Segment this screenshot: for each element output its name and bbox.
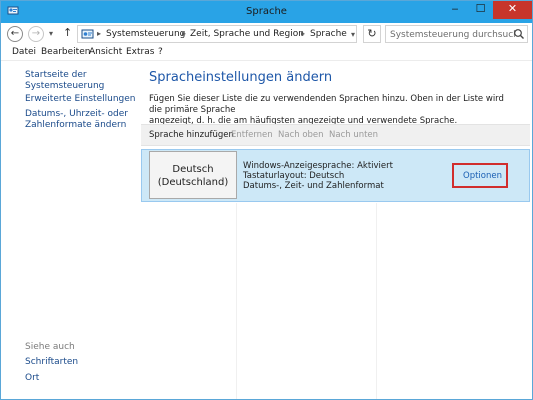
breadcrumb-separator[interactable]: ▸ [182,29,186,38]
close-button[interactable]: ✕ [493,1,532,19]
address-field[interactable]: ▸ Systemsteuerung ▸ Zeit, Sprache und Re… [77,25,357,43]
maximize-button[interactable]: ☐ [468,1,493,19]
language-row-deutsch[interactable]: Deutsch (Deutschland) Windows-Anzeigespr… [141,149,530,202]
language-details: Windows-Anzeigesprache: Aktiviert Tastat… [243,161,393,191]
menu-help[interactable]: ? [158,47,163,57]
up-button[interactable]: ↑ [63,26,72,39]
display-language-status: Windows-Anzeigesprache: Aktiviert [243,161,393,171]
address-dropdown[interactable]: ▾ [351,30,355,39]
page-title: Spracheinstellungen ändern [149,70,333,85]
breadcrumb-zeit-sprache-region[interactable]: Zeit, Sprache und Region [190,29,304,39]
move-up-button[interactable]: Nach oben [278,130,324,140]
sidebar-link-date-format-cont[interactable]: Zahlenformate ändern [25,120,126,131]
move-down-button[interactable]: Nach unten [329,130,378,140]
add-language-button[interactable]: Sprache hinzufügen [149,130,234,140]
language-list-empty-area [141,203,530,399]
language-name: Deutsch [172,164,214,175]
search-icon[interactable] [513,28,525,40]
remove-button[interactable]: Entfernen [231,130,273,140]
refresh-button[interactable]: ↻ [363,25,381,43]
sidebar: Startseite der Systemsteuerung Erweitert… [1,62,141,399]
description-line: Fügen Sie dieser Liste die zu verwendend… [149,94,504,115]
keyboard-layout: Tastaturlayout: Deutsch [243,171,345,181]
breadcrumb-separator[interactable]: ▸ [97,29,101,38]
sidebar-link-date-format[interactable]: Datums-, Uhrzeit- oder [25,109,128,120]
menu-datei[interactable]: Datei [12,47,36,57]
date-time-format: Datums-, Zeit- und Zahlenformat [243,181,384,191]
title-bar: Sprache ‒ ☐ ✕ [1,1,532,23]
description: Fügen Sie dieser Liste die zu verwendend… [149,94,519,127]
control-panel-icon [81,29,94,39]
menu-bar: Datei Bearbeiten Ansicht Extras ? [1,45,532,61]
breadcrumb-separator[interactable]: ▸ [301,29,305,38]
see-also-label: Siehe auch [25,342,75,352]
sidebar-link-advanced-settings[interactable]: Erweiterte Einstellungen [25,94,136,105]
recent-locations-dropdown[interactable]: ▾ [49,29,53,38]
forward-button[interactable]: → [28,26,44,42]
back-button[interactable]: ← [7,26,23,42]
language-tile[interactable]: Deutsch (Deutschland) [149,151,237,199]
language-region: (Deutschland) [157,177,229,188]
language-toolbar: Sprache hinzufügen Entfernen Nach oben N… [141,124,530,146]
grid-divider [236,203,237,399]
breadcrumb-systemsteuerung[interactable]: Systemsteuerung [106,29,185,39]
menu-ansicht[interactable]: Ansicht [89,47,122,57]
search-input[interactable] [390,28,515,41]
options-link[interactable]: Optionen [463,171,502,181]
minimize-button[interactable]: ‒ [442,1,468,19]
sidebar-link-fonts[interactable]: Schriftarten [25,357,78,368]
language-window: Sprache ‒ ☐ ✕ ← → ▾ ↑ ▸ Systemsteuerung … [0,0,533,400]
main-content: Spracheinstellungen ändern Fügen Sie die… [141,62,532,399]
menu-bearbeiten[interactable]: Bearbeiten [41,47,90,57]
breadcrumb-sprache[interactable]: Sprache [310,29,347,39]
sidebar-link-location[interactable]: Ort [25,373,39,384]
address-bar: ← → ▾ ↑ ▸ Systemsteuerung ▸ Zeit, Sprach… [1,23,532,45]
search-box[interactable] [385,25,528,43]
menu-extras[interactable]: Extras [126,47,154,57]
grid-divider [376,203,377,399]
sidebar-link-home[interactable]: Startseite der Systemsteuerung [25,70,141,92]
